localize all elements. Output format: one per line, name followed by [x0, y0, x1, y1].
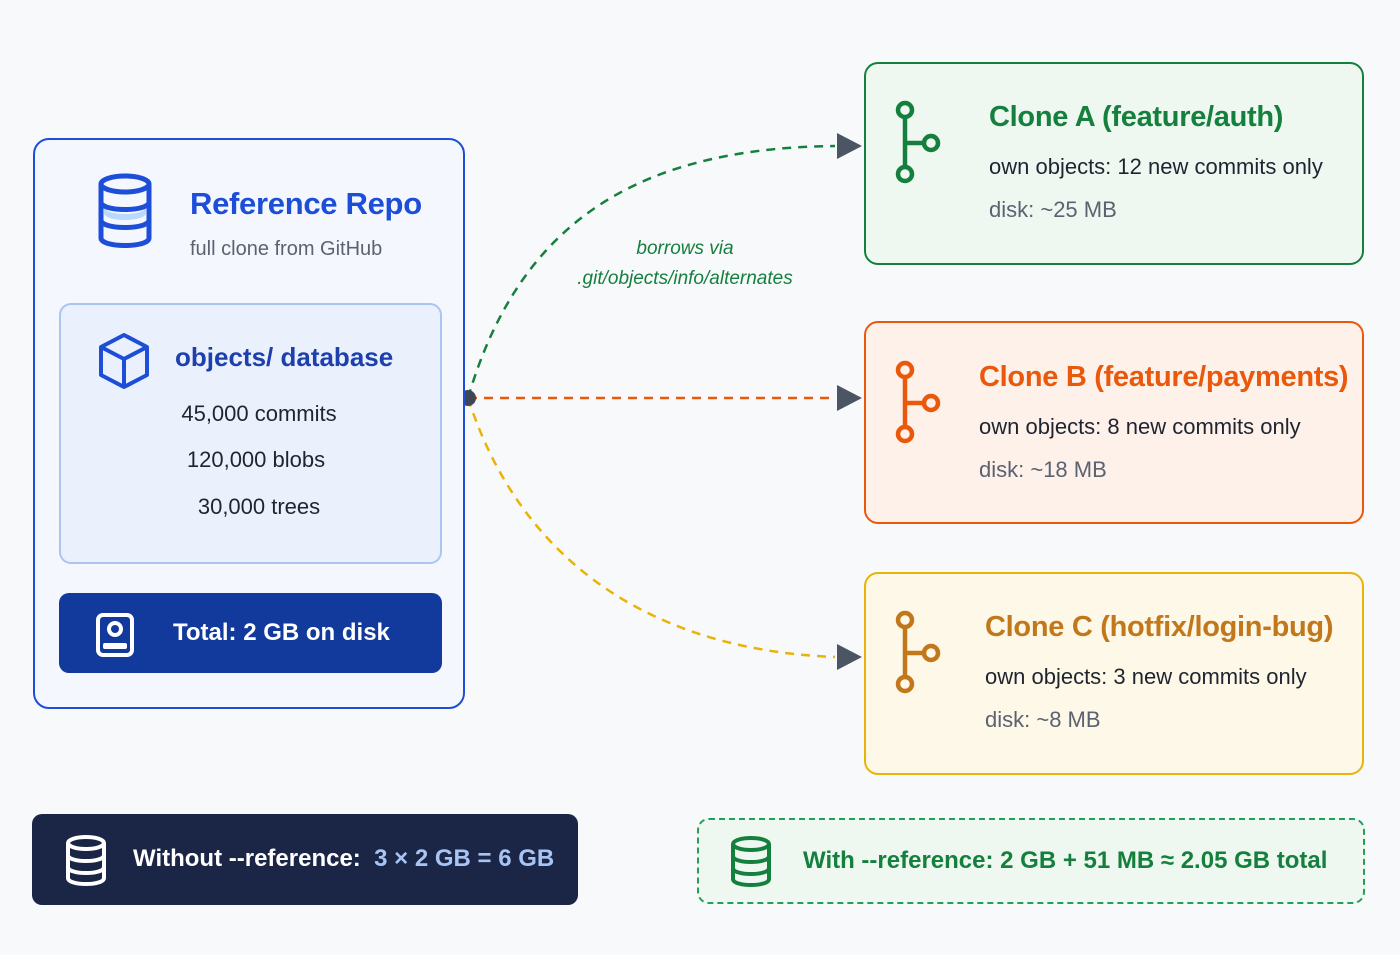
clone-b-disk: disk: ~18 MB: [979, 457, 1107, 482]
database-icon: [731, 836, 771, 887]
with-reference-text: With --reference: 2 GB + 51 MB ≈ 2.05 GB…: [803, 847, 1328, 874]
reference-repo-subtitle: full clone from GitHub: [190, 238, 383, 260]
stat-trees: 30,000 trees: [197, 494, 321, 519]
clone-b-title: Clone B (feature/payments): [979, 361, 1349, 393]
database-icon: [98, 173, 152, 248]
total-disk-label: Total: 2 GB on disk: [173, 619, 390, 646]
clone-c-own-objects: own objects: 3 new commits only: [985, 664, 1307, 689]
without-reference-text: Without --reference: 3 × 2 GB = 6 GB: [133, 845, 554, 873]
cube-icon: [99, 333, 149, 389]
link-to-clone-c: [466, 397, 836, 659]
stat-blobs: 120,000 blobs: [186, 447, 326, 472]
disk-icon: [96, 613, 134, 657]
clone-c-title: Clone C (hotfix/login-bug): [985, 611, 1334, 643]
clone-a-own-objects: own objects: 12 new commits only: [989, 154, 1323, 179]
borrow-label-line2: .git/objects/info/alternates: [577, 268, 793, 289]
arrowhead-b: [837, 385, 862, 411]
reference-repo-title: Reference Repo: [190, 186, 422, 221]
branch-icon-a: [895, 100, 941, 184]
clone-a-title: Clone A (feature/auth): [989, 101, 1284, 133]
database-icon: [66, 835, 106, 886]
clone-b-own-objects: own objects: 8 new commits only: [979, 414, 1301, 439]
stat-commits: 45,000 commits: [181, 401, 337, 426]
borrow-label-line1: borrows via: [636, 238, 734, 259]
clone-c-disk: disk: ~8 MB: [985, 707, 1101, 732]
objects-database-title: objects/ database: [175, 342, 394, 372]
branch-icon-c: [895, 610, 941, 694]
arrowhead-a: [837, 133, 862, 159]
clone-a-disk: disk: ~25 MB: [989, 197, 1117, 222]
without-reference-label: Without --reference:: [133, 845, 361, 872]
arrowhead-c: [837, 644, 862, 670]
without-reference-value: 3 × 2 GB = 6 GB: [374, 845, 555, 872]
branch-icon-b: [895, 360, 941, 444]
